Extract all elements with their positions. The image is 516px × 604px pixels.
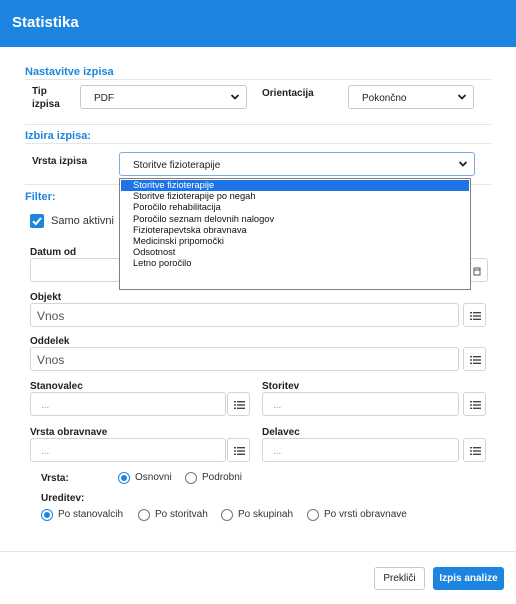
print-analysis-button[interactable]: Izpis analize xyxy=(433,567,504,590)
orientation-label: Orientacija xyxy=(262,88,314,99)
worker-placeholder: ... xyxy=(273,446,282,457)
filter-section-title: Filter: xyxy=(25,191,56,203)
sort-radio-treatment-type[interactable] xyxy=(307,509,319,521)
report-kind-select[interactable]: Storitve fizioterapije xyxy=(119,152,475,176)
check-icon xyxy=(32,217,42,226)
only-active-checkbox[interactable] xyxy=(30,214,44,228)
sort-option-treatment-type: Po vrsti obravnave xyxy=(324,509,407,520)
sort-label: Ureditev: xyxy=(41,493,85,504)
window-titlebar: Statistika xyxy=(0,0,516,47)
kind-label: Vrsta: xyxy=(41,473,69,484)
date-from-input[interactable] xyxy=(30,258,120,282)
dropdown-option[interactable]: Storitve fizioterapije po negah xyxy=(121,191,469,202)
service-list-button[interactable] xyxy=(463,392,486,416)
service-placeholder: ... xyxy=(273,400,282,411)
object-placeholder: Vnos xyxy=(37,309,65,323)
sort-option-residents: Po stanovalcih xyxy=(58,509,124,520)
settings-section-title: Nastavitve izpisa xyxy=(25,66,114,78)
type-select[interactable]: PDF xyxy=(80,85,247,109)
list-icon xyxy=(470,312,481,320)
kind-option-basic: Osnovni xyxy=(135,472,172,483)
divider xyxy=(25,143,491,144)
report-kind-select-value: Storitve fizioterapije xyxy=(133,160,221,171)
worker-input[interactable]: ... xyxy=(262,438,459,462)
sort-radio-residents[interactable] xyxy=(41,509,53,521)
resident-list-button[interactable] xyxy=(227,392,250,416)
sort-option-services: Po storitvah xyxy=(155,509,208,520)
resident-placeholder: ... xyxy=(41,400,50,411)
calendar-button[interactable] xyxy=(470,258,488,282)
dropdown-option[interactable]: Poročilo seznam delovnih nalogov xyxy=(121,214,469,225)
treatment-type-list-button[interactable] xyxy=(227,438,250,462)
object-input[interactable]: Vnos xyxy=(30,303,459,327)
resident-input[interactable]: ... xyxy=(30,392,226,416)
kind-radio-detailed[interactable] xyxy=(185,472,197,484)
orientation-select-value: Pokončno xyxy=(362,93,407,104)
report-section-title: Izbira izpisa: xyxy=(25,130,92,142)
dropdown-option[interactable]: Odsotnost xyxy=(121,247,469,258)
dropdown-option[interactable]: Letno poročilo xyxy=(121,258,469,269)
type-label: Tip izpisa xyxy=(32,86,60,110)
kind-option-detailed: Podrobni xyxy=(202,472,243,483)
report-kind-dropdown-list[interactable]: Storitve fizioterapije Storitve fizioter… xyxy=(119,178,471,290)
object-list-button[interactable] xyxy=(463,303,486,327)
list-icon xyxy=(234,401,245,409)
chevron-down-icon xyxy=(457,94,467,100)
orientation-select[interactable]: Pokončno xyxy=(348,85,474,109)
sort-radio-services[interactable] xyxy=(138,509,150,521)
chevron-down-icon xyxy=(230,94,240,100)
cancel-button[interactable]: Prekliči xyxy=(374,567,425,590)
department-placeholder: Vnos xyxy=(37,353,65,367)
worker-list-button[interactable] xyxy=(463,438,486,462)
sort-option-groups: Po skupinah xyxy=(238,509,294,520)
divider xyxy=(25,79,491,80)
kind-radio-basic[interactable] xyxy=(118,472,130,484)
sort-radio-groups[interactable] xyxy=(221,509,233,521)
footer-divider xyxy=(0,551,516,552)
department-list-button[interactable] xyxy=(463,347,486,371)
service-input[interactable]: ... xyxy=(262,392,459,416)
calendar-icon xyxy=(473,267,481,276)
department-input[interactable]: Vnos xyxy=(30,347,459,371)
list-icon xyxy=(470,447,481,455)
dropdown-option[interactable]: Storitve fizioterapije xyxy=(121,180,469,192)
only-active-label: Samo aktivni xyxy=(51,215,114,227)
report-kind-label: Vrsta izpisa xyxy=(32,156,88,167)
treatment-type-placeholder: ... xyxy=(41,446,50,457)
list-icon xyxy=(470,401,481,409)
type-select-value: PDF xyxy=(94,93,114,104)
dropdown-option[interactable]: Medicinski pripomočki xyxy=(121,236,469,247)
treatment-type-input[interactable]: ... xyxy=(30,438,226,462)
dropdown-option[interactable]: Poročilo rehabilitacija xyxy=(121,202,469,213)
dropdown-option[interactable]: Fizioterapevtska obravnava xyxy=(121,225,469,236)
list-icon xyxy=(470,356,481,364)
list-icon xyxy=(234,447,245,455)
window-title: Statistika xyxy=(12,14,79,31)
chevron-down-icon xyxy=(458,161,468,167)
divider xyxy=(25,124,491,125)
